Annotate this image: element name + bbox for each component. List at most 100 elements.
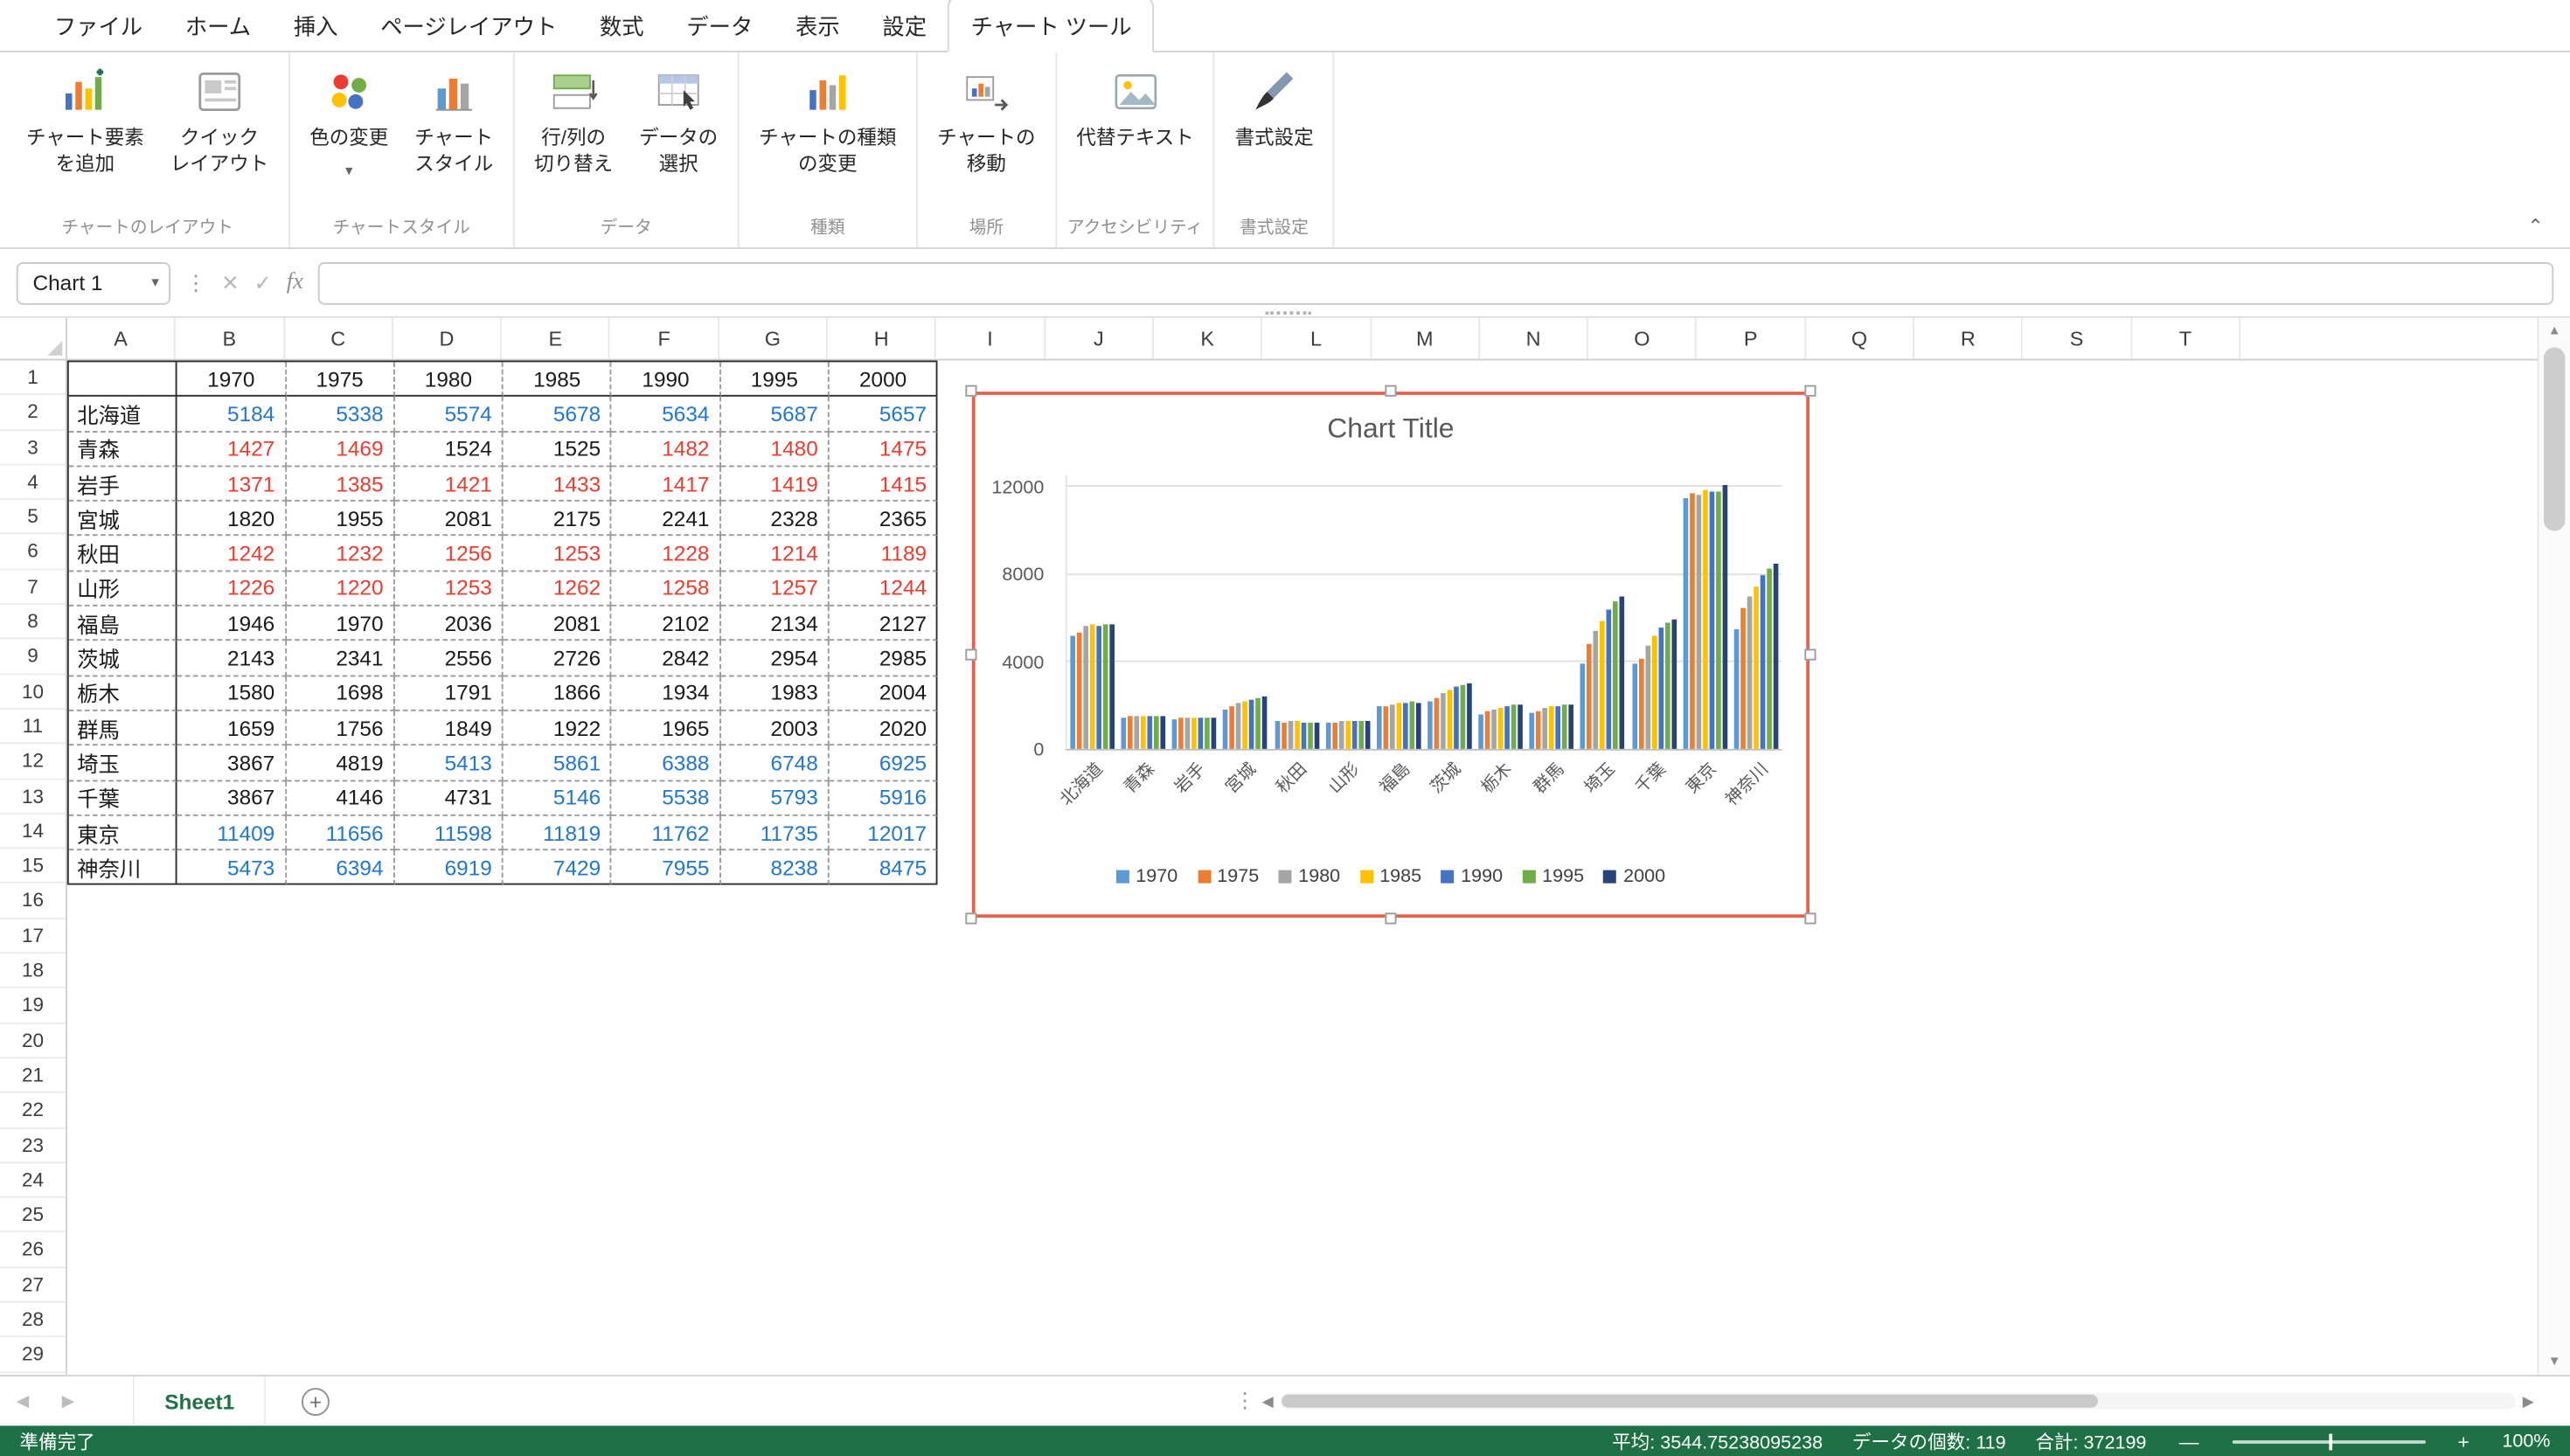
col-header-Q[interactable]: Q: [1806, 318, 1914, 359]
row-header-25[interactable]: 25: [0, 1198, 66, 1233]
row-header-9[interactable]: 9: [0, 640, 66, 675]
cell-D5[interactable]: 2081: [395, 502, 504, 537]
cell-E11[interactable]: 1922: [504, 711, 612, 746]
row-header-27[interactable]: 27: [0, 1268, 66, 1303]
cell-G6[interactable]: 1214: [721, 537, 830, 572]
chart-resize-handle[interactable]: [1384, 912, 1395, 924]
chart-bar[interactable]: [1536, 711, 1541, 749]
zoom-slider[interactable]: [2232, 1439, 2425, 1443]
cell-D2[interactable]: 5574: [395, 397, 504, 432]
chart-bar[interactable]: [1651, 636, 1657, 749]
chart-bar[interactable]: [1185, 718, 1191, 749]
next-sheet-button[interactable]: ▶: [45, 1392, 91, 1411]
legend-item[interactable]: 1980: [1279, 867, 1340, 887]
cell-G3[interactable]: 1480: [721, 432, 830, 467]
cell-B13[interactable]: 3867: [177, 781, 286, 816]
chart-bar[interactable]: [1205, 718, 1211, 749]
chart-bar[interactable]: [1275, 722, 1280, 749]
cell-A2[interactable]: 北海道: [69, 397, 177, 432]
chart-bar[interactable]: [1301, 722, 1306, 749]
change-colors-button[interactable]: 色の変更 ▾: [296, 52, 401, 179]
cell-G2[interactable]: 5687: [721, 397, 830, 432]
cell-G13[interactable]: 5793: [721, 781, 830, 816]
row-header-8[interactable]: 8: [0, 605, 66, 640]
cell-H9[interactable]: 2985: [830, 641, 938, 676]
row-header-11[interactable]: 11: [0, 710, 66, 745]
cell-E8[interactable]: 2081: [504, 607, 612, 641]
chart-bar[interactable]: [1696, 495, 1701, 749]
chart-resize-handle[interactable]: [1804, 912, 1816, 924]
chart-bar[interactable]: [1083, 627, 1088, 749]
horizontal-scroll-track[interactable]: [1280, 1393, 2516, 1410]
add-chart-element-button[interactable]: チャート要素 を追加: [13, 52, 157, 177]
chart-bar[interactable]: [1703, 489, 1708, 748]
chart-bar[interactable]: [1109, 625, 1115, 749]
row-header-10[interactable]: 10: [0, 675, 66, 710]
chart-bar[interactable]: [1498, 708, 1504, 749]
cell-D9[interactable]: 2556: [395, 641, 504, 676]
col-header-T[interactable]: T: [2132, 318, 2240, 359]
chart-resize-handle[interactable]: [1804, 648, 1816, 660]
chart-bar[interactable]: [1754, 586, 1759, 749]
cell-A10[interactable]: 栃木: [69, 676, 177, 711]
col-header-M[interactable]: M: [1372, 318, 1480, 359]
cell-C11[interactable]: 1756: [286, 711, 394, 746]
row-header-23[interactable]: 23: [0, 1128, 66, 1163]
formula-bar-resize-grip[interactable]: [1266, 311, 1312, 318]
cell-B9[interactable]: 2143: [177, 641, 286, 676]
vertical-scrollbar[interactable]: ▲ ▼: [2538, 318, 2570, 1375]
add-sheet-button[interactable]: +: [302, 1387, 330, 1415]
cell-G14[interactable]: 11735: [721, 815, 830, 850]
chart-bar[interactable]: [1148, 717, 1153, 749]
cell-B5[interactable]: 1820: [177, 502, 286, 537]
col-header-K[interactable]: K: [1154, 318, 1262, 359]
chart-bar[interactable]: [1103, 624, 1108, 749]
cell-C7[interactable]: 1220: [286, 572, 394, 607]
chart-bar[interactable]: [1212, 718, 1217, 748]
chart-bar[interactable]: [1690, 494, 1695, 749]
change-chart-type-button[interactable]: チャートの種類 の変更: [746, 52, 909, 177]
chart-bar[interactable]: [1620, 597, 1625, 749]
cell-E6[interactable]: 1253: [504, 537, 612, 572]
cell-C15[interactable]: 6394: [286, 850, 394, 885]
cell-D14[interactable]: 11598: [395, 815, 504, 850]
chart-bar[interactable]: [1607, 609, 1612, 749]
cell-B7[interactable]: 1226: [177, 572, 286, 607]
chart-bar[interactable]: [1638, 658, 1643, 749]
chart-bar[interactable]: [1230, 706, 1235, 749]
chart-bar[interactable]: [1740, 609, 1746, 749]
chart-bar[interactable]: [1511, 705, 1517, 749]
cell-E7[interactable]: 1262: [504, 572, 612, 607]
cell-F10[interactable]: 1934: [612, 676, 720, 711]
insert-function-icon[interactable]: fx: [287, 269, 303, 295]
chart-bar[interactable]: [1198, 718, 1204, 749]
row-header-28[interactable]: 28: [0, 1303, 66, 1338]
cell-F9[interactable]: 2842: [612, 641, 720, 676]
chart-bar[interactable]: [1179, 718, 1184, 749]
cell-G9[interactable]: 2954: [721, 641, 830, 676]
format-pane-button[interactable]: 書式設定: [1222, 52, 1327, 152]
chart-bar[interactable]: [1722, 486, 1727, 749]
chart-bar[interactable]: [1332, 722, 1337, 749]
tab-page-layout[interactable]: ページレイアウト: [359, 0, 579, 51]
chart-bar[interactable]: [1365, 722, 1370, 749]
cell-A6[interactable]: 秋田: [69, 537, 177, 572]
cell-H2[interactable]: 5657: [830, 397, 938, 432]
cell-B11[interactable]: 1659: [177, 711, 286, 746]
cell-A1[interactable]: [69, 362, 177, 397]
cell-B12[interactable]: 3867: [177, 746, 286, 781]
cell-F3[interactable]: 1482: [612, 432, 720, 467]
chart-bar[interactable]: [1747, 597, 1753, 748]
cell-E5[interactable]: 2175: [504, 502, 612, 537]
tab-settings[interactable]: 設定: [861, 0, 948, 51]
chart-bar[interactable]: [1658, 627, 1664, 749]
tab-chart-tools[interactable]: チャート ツール: [948, 0, 1154, 52]
cell-E10[interactable]: 1866: [504, 676, 612, 711]
col-header-L[interactable]: L: [1262, 318, 1371, 359]
zoom-slider-thumb[interactable]: [2329, 1433, 2333, 1450]
zoom-out-button[interactable]: —: [2176, 1430, 2202, 1453]
legend-item[interactable]: 1985: [1360, 867, 1421, 887]
cell-C12[interactable]: 4819: [286, 746, 394, 781]
chart-bar[interactable]: [1683, 499, 1688, 749]
cell-F1[interactable]: 1990: [612, 362, 720, 397]
